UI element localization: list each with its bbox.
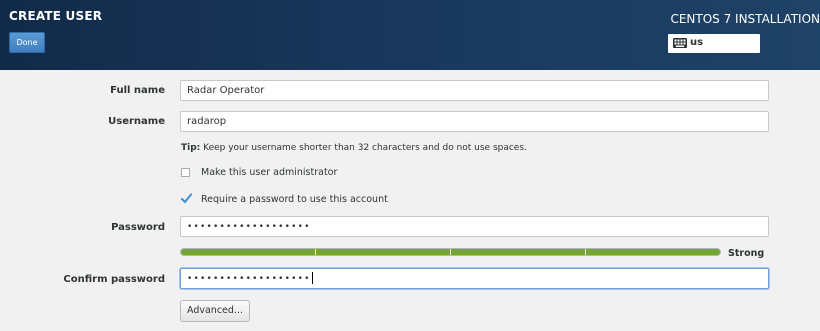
header-bar: CREATE USER Done CENTOS 7 INSTALLATION u…	[0, 0, 820, 70]
confirm-password-masked-value: •••••••••••••••••••	[187, 274, 311, 284]
username-tip: Tip: Keep your username shorter than 32 …	[181, 143, 527, 153]
password-strength-bar	[180, 248, 721, 256]
full-name-value: Radar Operator	[187, 85, 265, 96]
keyboard-icon	[673, 38, 687, 48]
tip-text: Keep your username shorter than 32 chara…	[200, 143, 527, 153]
strength-segment	[451, 249, 586, 255]
password-label: Password	[111, 222, 165, 233]
strength-segment	[586, 249, 720, 255]
full-name-label: Full name	[110, 85, 165, 96]
checkmark-icon[interactable]	[181, 193, 192, 204]
keyboard-layout-indicator[interactable]: us	[668, 34, 760, 53]
confirm-password-field[interactable]: •••••••••••••••••••	[180, 268, 769, 289]
text-caret	[311, 272, 313, 284]
admin-checkbox[interactable]	[181, 168, 190, 177]
advanced-button[interactable]: Advanced...	[180, 300, 250, 322]
password-masked-value: •••••••••••••••••••	[187, 222, 311, 232]
product-title: CENTOS 7 INSTALLATION	[670, 12, 820, 26]
strength-segment	[316, 249, 451, 255]
password-strength-label: Strong	[728, 248, 765, 259]
done-button[interactable]: Done	[9, 32, 45, 53]
username-value: radarop	[187, 116, 227, 127]
strength-segment	[181, 249, 316, 255]
password-field[interactable]: •••••••••••••••••••	[180, 216, 769, 237]
require-password-checkbox-label: Require a password to use this account	[201, 194, 388, 205]
confirm-password-label: Confirm password	[63, 274, 165, 285]
tip-prefix: Tip:	[181, 143, 201, 153]
keyboard-layout-label: us	[690, 37, 704, 48]
page-title: CREATE USER	[9, 9, 103, 23]
username-label: Username	[108, 116, 165, 127]
username-field[interactable]: radarop	[180, 111, 769, 132]
admin-checkbox-label: Make this user administrator	[201, 167, 338, 178]
full-name-field[interactable]: Radar Operator	[180, 80, 769, 101]
